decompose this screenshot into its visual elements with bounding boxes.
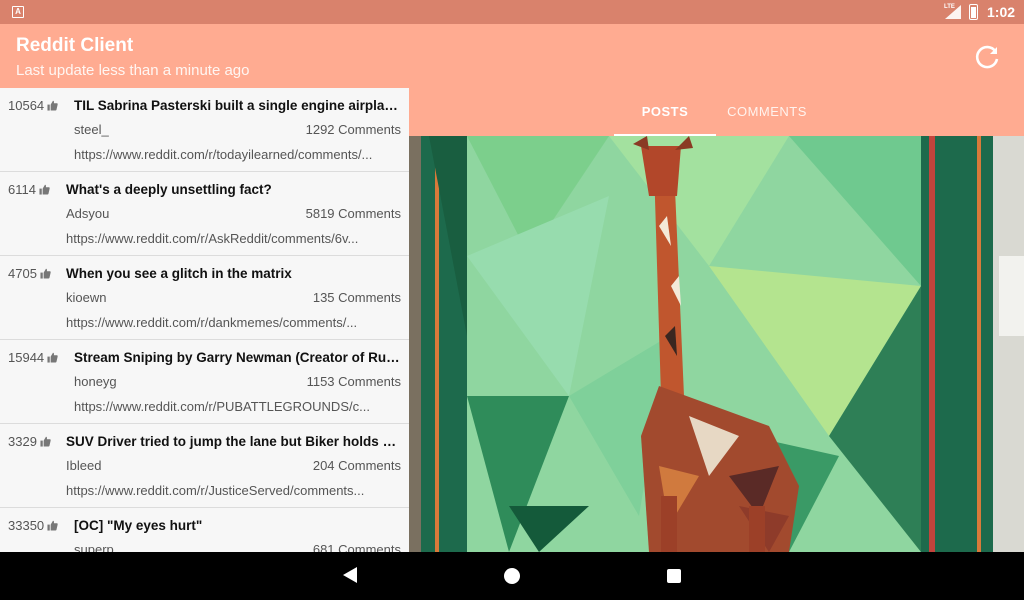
post-url[interactable]: https://www.reddit.com/r/AskReddit/comme… <box>66 231 401 246</box>
status-time: 1:02 <box>987 4 1016 20</box>
tab-comments[interactable]: COMMENTS <box>716 88 818 136</box>
refresh-button[interactable] <box>970 39 1006 75</box>
post-score: 15944 <box>8 350 58 365</box>
post-score: 4705 <box>8 266 51 281</box>
post-score: 3329 <box>8 434 51 449</box>
post-title[interactable]: Stream Sniping by Garry Newman (Creator … <box>74 350 401 365</box>
post-title[interactable]: What's a deeply unsettling fact? <box>66 182 401 197</box>
post-score: 33350 <box>8 518 58 533</box>
post-title[interactable]: When you see a glitch in the matrix <box>66 266 401 281</box>
thumbs-up-icon <box>40 436 51 447</box>
post-url[interactable]: https://www.reddit.com/r/PUBATTLEGROUNDS… <box>74 399 401 414</box>
post-list[interactable]: 10564 TIL Sabrina Pasterski built a sing… <box>0 88 409 552</box>
post-author: honeyg <box>74 374 117 389</box>
post-comments-count: 135 Comments <box>312 290 401 305</box>
post-score: 10564 <box>8 98 58 113</box>
signal-icon <box>945 5 961 19</box>
post-item[interactable]: 33350 [OC] "My eyes hurt" superp 681 Com… <box>0 508 409 552</box>
app-title: Reddit Client <box>16 35 134 56</box>
post-title[interactable]: TIL Sabrina Pasterski built a single eng… <box>74 98 401 113</box>
post-comments-count: 204 Comments <box>312 458 401 473</box>
post-item[interactable]: 10564 TIL Sabrina Pasterski built a sing… <box>0 88 409 172</box>
thumbs-up-icon <box>47 100 58 111</box>
refresh-icon <box>975 45 999 69</box>
status-bar: A LTE 1:02 <box>0 0 1024 24</box>
post-title[interactable]: SUV Driver tried to jump the lane but Bi… <box>66 434 401 449</box>
post-author: superp <box>74 542 114 552</box>
thumbs-up-icon <box>47 352 58 363</box>
post-author: steel_ <box>74 122 109 137</box>
post-comments-count: 681 Comments <box>312 542 401 552</box>
post-detail-pane: POSTS COMMENTS <box>409 88 1024 552</box>
post-score: 6114 <box>8 182 50 197</box>
post-comments-count: 1292 Comments <box>305 122 401 137</box>
post-image[interactable] <box>409 136 1024 552</box>
post-author: Ibleed <box>66 458 102 473</box>
home-icon[interactable] <box>504 568 520 584</box>
tab-posts[interactable]: POSTS <box>614 88 716 136</box>
back-icon[interactable] <box>342 566 358 584</box>
post-item[interactable]: 15944 Stream Sniping by Garry Newman (Cr… <box>0 340 409 424</box>
post-comments-count: 5819 Comments <box>305 206 401 221</box>
post-comments-count: 1153 Comments <box>306 374 401 389</box>
recent-apps-icon[interactable] <box>667 569 681 583</box>
app-bar: Reddit Client Last update less than a mi… <box>0 24 1024 88</box>
notification-app-icon: A <box>12 6 24 18</box>
last-update-subtitle: Last update less than a minute ago <box>16 62 250 79</box>
giraffe-quilt-image <box>409 136 1024 552</box>
post-url[interactable]: https://www.reddit.com/r/JusticeServed/c… <box>66 483 401 498</box>
post-author: kioewn <box>66 290 107 305</box>
tab-bar: POSTS COMMENTS <box>409 88 1024 136</box>
thumbs-up-icon <box>39 184 50 195</box>
battery-icon <box>969 4 978 20</box>
thumbs-up-icon <box>40 268 51 279</box>
post-item[interactable]: 6114 What's a deeply unsettling fact? Ad… <box>0 172 409 256</box>
post-title[interactable]: [OC] "My eyes hurt" <box>74 518 401 533</box>
post-item[interactable]: 4705 When you see a glitch in the matrix… <box>0 256 409 340</box>
post-author: Adsyou <box>66 206 110 221</box>
thumbs-up-icon <box>47 520 58 531</box>
post-url[interactable]: https://www.reddit.com/r/todayilearned/c… <box>74 147 401 162</box>
post-url[interactable]: https://www.reddit.com/r/dankmemes/comme… <box>66 315 401 330</box>
post-item[interactable]: 3329 SUV Driver tried to jump the lane b… <box>0 424 409 508</box>
